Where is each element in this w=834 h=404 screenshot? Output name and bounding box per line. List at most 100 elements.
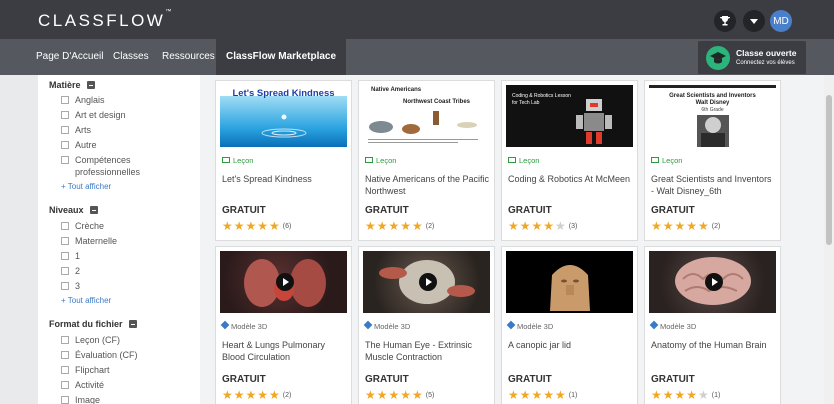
filter-option[interactable]: Leçon (CF) <box>61 334 120 346</box>
star-rating: ★★★★★ (1) <box>508 388 578 402</box>
classe-title: Classe ouverte <box>736 48 797 58</box>
card-price: GRATUIT <box>365 205 409 216</box>
card-thumbnail[interactable]: Native Americans Northwest Coast Tribes <box>363 85 490 147</box>
nav-page-accueil[interactable]: Page D'Accueil <box>36 39 104 75</box>
checkbox[interactable] <box>61 366 69 374</box>
card-thumbnail[interactable]: Great Scientists and Inventors Walt Disn… <box>649 85 776 147</box>
card-thumbnail[interactable]: Let's Spread Kindness <box>220 85 347 147</box>
filter-option[interactable]: Art et design <box>61 109 126 121</box>
card-title[interactable]: Heart & Lungs Pulmonary Blood Circulatio… <box>222 339 348 363</box>
nav-classes[interactable]: Classes <box>113 39 149 75</box>
play-icon[interactable] <box>419 273 437 291</box>
portrait-image <box>649 85 776 147</box>
filter-option[interactable]: 2 <box>61 265 80 277</box>
card-type: Leçon <box>508 156 539 165</box>
checkbox[interactable] <box>61 396 69 404</box>
filter-option[interactable]: Flipchart <box>61 364 110 376</box>
trophy-button[interactable] <box>714 10 736 32</box>
nav-marketplace[interactable]: ClassFlow Marketplace <box>216 39 347 75</box>
filter-option[interactable]: Image <box>61 394 100 404</box>
filter-option[interactable]: 1 <box>61 250 80 262</box>
cube-icon <box>506 320 516 330</box>
card-title[interactable]: A canopic jar lid <box>508 339 634 351</box>
caret-down-icon <box>750 19 758 24</box>
resource-card[interactable]: Great Scientists and Inventors Walt Disn… <box>644 80 781 241</box>
resource-card[interactable]: Native Americans Northwest Coast Tribes … <box>358 80 495 241</box>
card-title[interactable]: Coding & Robotics At McMeen <box>508 173 634 185</box>
resource-card[interactable]: Modèle 3D Heart & Lungs Pulmonary Blood … <box>215 246 352 404</box>
card-type: Modèle 3D <box>363 320 410 331</box>
checkbox[interactable] <box>61 156 69 164</box>
collapse-icon[interactable] <box>89 206 98 214</box>
checkbox[interactable] <box>61 282 69 290</box>
filter-option[interactable]: Crèche <box>61 220 104 232</box>
checkbox[interactable] <box>61 351 69 359</box>
filter-option[interactable]: Activité <box>61 379 104 391</box>
checkbox[interactable] <box>61 222 69 230</box>
card-title[interactable]: Native Americans of the Pacific Northwes… <box>365 173 491 197</box>
filter-option[interactable]: Arts <box>61 124 91 136</box>
robot-image <box>576 99 612 144</box>
card-type: Leçon <box>365 156 396 165</box>
card-title[interactable]: The Human Eye - Extrinsic Muscle Contrac… <box>365 339 491 363</box>
collapse-icon[interactable] <box>86 81 95 89</box>
checkbox[interactable] <box>61 252 69 260</box>
filter-title-matiere[interactable]: Matière <box>49 80 95 90</box>
star-rating: ★★★★★ (2) <box>365 219 435 233</box>
star-rating: ★★★★★ (2) <box>651 219 721 233</box>
checkbox[interactable] <box>61 267 69 275</box>
lesson-icon <box>651 157 659 163</box>
show-all-link[interactable]: + Tout afficher <box>61 296 111 305</box>
card-price: GRATUIT <box>365 374 409 385</box>
filter-sidebar: Matière Anglais Art et design Arts Autre… <box>38 75 200 404</box>
cube-icon <box>363 320 373 330</box>
checkbox[interactable] <box>61 237 69 245</box>
checkbox[interactable] <box>61 381 69 389</box>
card-title[interactable]: Anatomy of the Human Brain <box>651 339 777 351</box>
marketplace-grid: Let's Spread Kindness Leçon Let's Spread… <box>200 75 824 404</box>
checkbox[interactable] <box>61 96 69 104</box>
card-price: GRATUIT <box>222 374 266 385</box>
filter-option[interactable]: Anglais <box>61 94 105 106</box>
star-rating: ★★★★★ (5) <box>365 388 435 402</box>
checkbox[interactable] <box>61 126 69 134</box>
menu-dropdown-button[interactable] <box>743 10 765 32</box>
filter-title-niveaux[interactable]: Niveaux <box>49 205 98 215</box>
play-icon[interactable] <box>705 273 723 291</box>
collapse-icon[interactable] <box>128 320 137 328</box>
filter-option[interactable]: Autre <box>61 139 97 151</box>
cube-icon <box>220 320 230 330</box>
show-all-link[interactable]: + Tout afficher <box>61 182 111 191</box>
user-avatar[interactable]: MD <box>770 10 792 32</box>
card-price: GRATUIT <box>651 205 695 216</box>
resource-card[interactable]: Coding & Robotics Lesson for Tech Lab Le… <box>501 80 638 241</box>
filter-option[interactable]: Maternelle <box>61 235 117 247</box>
checkbox[interactable] <box>61 336 69 344</box>
trophy-icon <box>719 16 731 26</box>
card-title[interactable]: Let's Spread Kindness <box>222 173 348 185</box>
filter-option[interactable]: Compétences professionnelles <box>61 154 181 178</box>
checkbox[interactable] <box>61 141 69 149</box>
card-price: GRATUIT <box>222 205 266 216</box>
checkbox[interactable] <box>61 111 69 119</box>
resource-card[interactable]: Modèle 3D Anatomy of the Human Brain GRA… <box>644 246 781 404</box>
card-thumbnail[interactable] <box>649 251 776 313</box>
card-thumbnail[interactable] <box>220 251 347 313</box>
card-title[interactable]: Great Scientists and Inventors - Walt Di… <box>651 173 777 197</box>
card-type: Leçon <box>222 156 253 165</box>
resource-card[interactable]: Modèle 3D A canopic jar lid GRATUIT ★★★★… <box>501 246 638 404</box>
card-thumbnail[interactable] <box>506 251 633 313</box>
card-thumbnail[interactable]: Coding & Robotics Lesson for Tech Lab <box>506 85 633 147</box>
classflow-logo[interactable]: CLASSFLOW™ <box>38 9 171 31</box>
play-icon[interactable] <box>276 273 294 291</box>
filter-option[interactable]: 3 <box>61 280 80 292</box>
nav-ressources[interactable]: Ressources <box>162 39 215 75</box>
resource-card[interactable]: Modèle 3D The Human Eye - Extrinsic Musc… <box>358 246 495 404</box>
star-rating: ★★★★★ (2) <box>222 388 292 402</box>
resource-card[interactable]: Let's Spread Kindness Leçon Let's Spread… <box>215 80 352 241</box>
filter-title-format[interactable]: Format du fichier <box>49 319 137 329</box>
filter-option[interactable]: Évaluation (CF) <box>61 349 138 361</box>
classe-ouverte-button[interactable]: Classe ouverte Connectez vos élèves <box>698 41 806 74</box>
card-thumbnail[interactable] <box>363 251 490 313</box>
scrollbar-thumb[interactable] <box>826 95 832 245</box>
